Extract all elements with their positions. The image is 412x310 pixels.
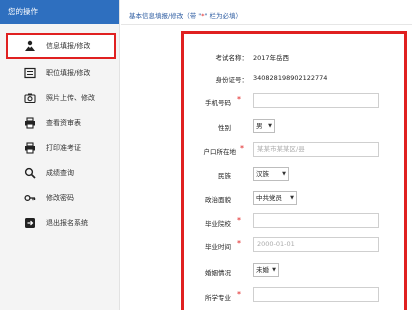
sidebar-item-label: 退出报名系统 bbox=[46, 218, 88, 227]
hukou-label: 户口所在地 bbox=[203, 148, 237, 156]
exit-icon bbox=[24, 217, 36, 229]
required-star: * bbox=[240, 144, 244, 153]
marital-status-select[interactable]: 未婚 ▼ bbox=[253, 263, 279, 277]
sidebar-header: 您的操作 bbox=[0, 0, 119, 24]
phone-input[interactable] bbox=[253, 93, 379, 108]
breadcrumb-text: 基本信息填报/修改（带 " bbox=[129, 12, 202, 20]
sidebar-item-photo-upload[interactable]: 照片上传、修改 bbox=[0, 85, 120, 110]
sidebar: 您的操作 信息填报/修改 职位填报/修改 照片上传、修改 查看资审表 打印准考证 bbox=[0, 0, 120, 310]
key-icon bbox=[24, 192, 36, 204]
chevron-down-icon: ▼ bbox=[268, 123, 272, 129]
id-number-label: 身份证号： bbox=[215, 76, 249, 84]
sidebar-item-change-password[interactable]: 修改密码 bbox=[0, 185, 120, 210]
sidebar-item-label: 打印准考证 bbox=[46, 143, 81, 152]
sidebar-item-exit[interactable]: 退出报名系统 bbox=[0, 210, 120, 235]
camera-icon bbox=[24, 92, 36, 104]
ethnicity-select-value: 汉族 bbox=[256, 170, 269, 178]
printer-icon bbox=[24, 141, 36, 154]
ethnicity-label: 民族 bbox=[218, 172, 231, 180]
sidebar-item-print-ticket[interactable]: 打印准考证 bbox=[0, 135, 120, 160]
gender-select[interactable]: 男 ▼ bbox=[253, 119, 275, 133]
gender-select-value: 男 bbox=[256, 122, 263, 130]
political-status-label: 政治面貌 bbox=[205, 196, 231, 204]
chevron-down-icon: ▼ bbox=[272, 267, 276, 273]
breadcrumb: 基本信息填报/修改（带 "*" 栏为必填） bbox=[129, 10, 242, 20]
form-icon bbox=[24, 67, 36, 79]
sidebar-item-label: 修改密码 bbox=[46, 193, 74, 202]
sidebar-item-label: 信息填报/修改 bbox=[46, 42, 91, 50]
sidebar-item-job-edit[interactable]: 职位填报/修改 bbox=[0, 60, 120, 85]
sidebar-item-info-edit[interactable]: 信息填报/修改 bbox=[6, 33, 116, 59]
exam-name-label: 考试名称： bbox=[215, 54, 249, 62]
school-input[interactable] bbox=[253, 213, 379, 228]
sidebar-item-label: 查看资审表 bbox=[46, 118, 81, 127]
exam-name-value: 2017年岳西 bbox=[253, 54, 290, 62]
required-star: * bbox=[237, 216, 241, 225]
sidebar-item-label: 照片上传、修改 bbox=[46, 93, 95, 102]
sidebar-item-score-query[interactable]: 成绩查询 bbox=[0, 160, 120, 185]
required-star: * bbox=[237, 290, 241, 299]
graduation-time-input[interactable]: 2000-01-01 bbox=[253, 237, 379, 252]
required-star: * bbox=[237, 239, 241, 248]
sidebar-item-view-review[interactable]: 查看资审表 bbox=[0, 110, 120, 135]
school-label: 毕业院校 bbox=[205, 220, 231, 228]
sidebar-item-label: 职位填报/修改 bbox=[46, 68, 91, 77]
political-status-select[interactable]: 中共党员 ▼ bbox=[253, 191, 297, 205]
phone-label: 手机号码 bbox=[205, 99, 231, 107]
main-content: 基本信息填报/修改（带 "*" 栏为必填） 考试名称： 2017年岳西 身份证号… bbox=[121, 0, 412, 310]
search-icon bbox=[24, 167, 36, 179]
person-icon bbox=[24, 40, 36, 52]
breadcrumb-text-end: " 栏为必填） bbox=[204, 12, 243, 20]
breadcrumb-divider bbox=[121, 24, 412, 25]
chevron-down-icon: ▼ bbox=[290, 195, 294, 201]
political-status-select-value: 中共党员 bbox=[256, 194, 282, 202]
major-label: 所学专业 bbox=[205, 294, 231, 302]
graduation-time-label: 毕业时间 bbox=[205, 243, 231, 251]
marital-status-label: 婚姻情况 bbox=[205, 269, 231, 277]
printer-icon bbox=[24, 116, 36, 129]
required-star: * bbox=[237, 95, 241, 104]
id-number-value: 340828198902122774 bbox=[253, 74, 328, 82]
hukou-input[interactable]: 某某市某某区/县 bbox=[253, 142, 379, 157]
marital-status-select-value: 未婚 bbox=[256, 266, 269, 274]
gender-label: 性别 bbox=[218, 124, 231, 132]
ethnicity-select[interactable]: 汉族 ▼ bbox=[253, 167, 289, 181]
major-input[interactable] bbox=[253, 287, 379, 302]
chevron-down-icon: ▼ bbox=[282, 171, 286, 177]
sidebar-item-label: 成绩查询 bbox=[46, 168, 74, 177]
